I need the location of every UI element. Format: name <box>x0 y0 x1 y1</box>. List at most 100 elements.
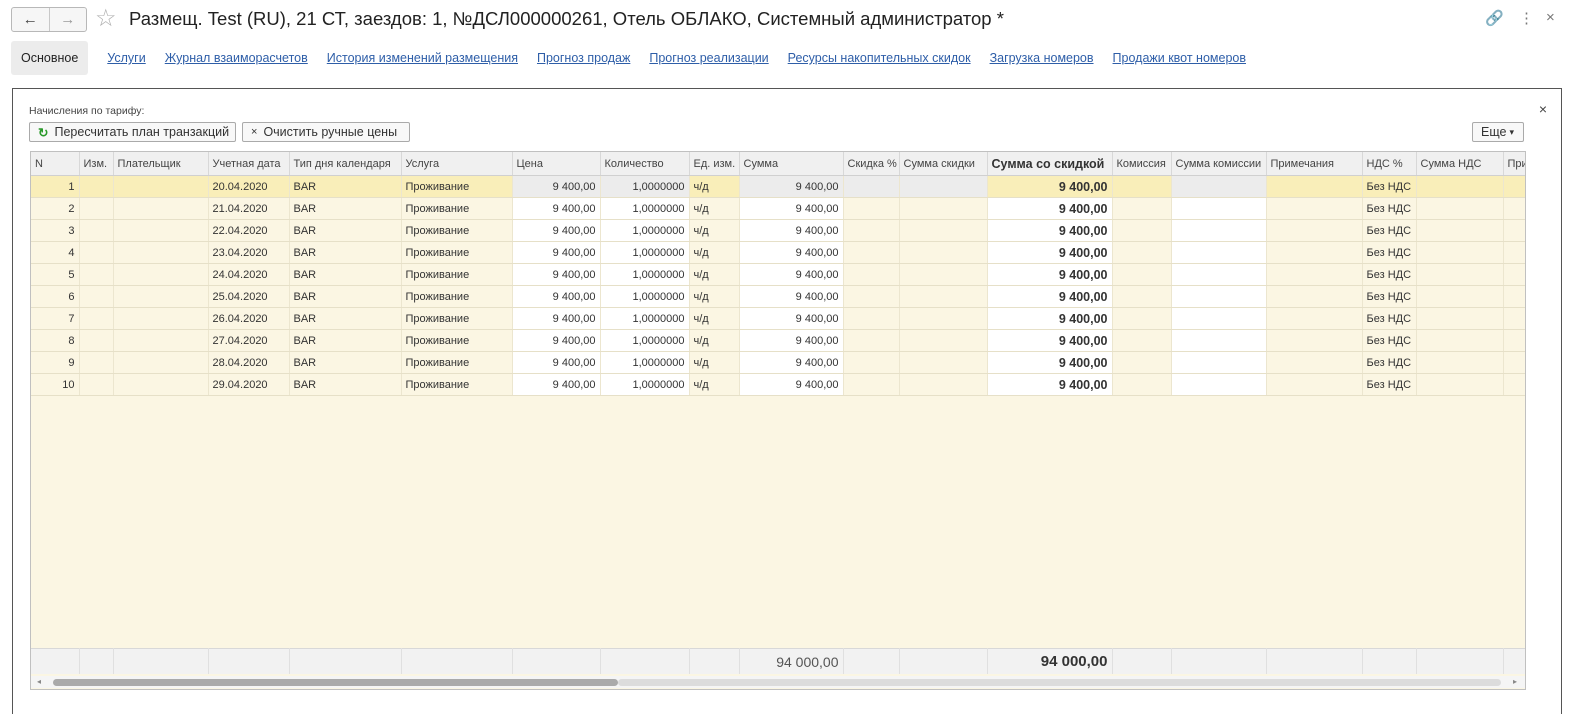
column-header[interactable]: Сумма <box>739 152 844 176</box>
table-cell[interactable]: 26.04.2020 <box>208 307 290 330</box>
table-cell[interactable] <box>843 351 900 374</box>
tab-9[interactable]: Продажи квот номеров <box>1113 51 1246 65</box>
table-cell[interactable] <box>1171 219 1267 242</box>
column-header[interactable]: Ед. изм. <box>689 152 740 176</box>
column-header[interactable]: Цена <box>512 152 601 176</box>
table-cell[interactable]: 2 <box>31 197 80 220</box>
table-cell[interactable] <box>1416 263 1504 286</box>
table-cell[interactable]: 4 <box>31 241 80 264</box>
table-cell[interactable] <box>1503 219 1525 242</box>
table-cell[interactable] <box>1416 351 1504 374</box>
table-cell[interactable] <box>1112 307 1172 330</box>
table-cell[interactable] <box>1503 373 1525 396</box>
table-cell[interactable] <box>1112 241 1172 264</box>
table-cell[interactable]: Без НДС <box>1362 285 1417 308</box>
table-cell[interactable]: 9 400,00 <box>512 307 601 330</box>
table-cell[interactable] <box>113 373 209 396</box>
table-cell[interactable]: 9 400,00 <box>739 197 844 220</box>
table-cell[interactable] <box>1112 175 1172 198</box>
table-cell[interactable]: 8 <box>31 329 80 352</box>
table-cell[interactable]: 1,0000000 <box>600 175 690 198</box>
table-cell[interactable] <box>1503 263 1525 286</box>
table-cell[interactable] <box>113 219 209 242</box>
table-row[interactable]: 3 22.04.2020 BAR Проживание 9 400,00 1,000000… <box>31 219 1525 242</box>
table-row[interactable]: 7 26.04.2020 BAR Проживание 9 400,00 1,000000… <box>31 307 1525 330</box>
table-cell[interactable]: 1,0000000 <box>600 329 690 352</box>
table-cell[interactable]: Без НДС <box>1362 219 1417 242</box>
table-row[interactable]: 4 23.04.2020 BAR Проживание 9 400,00 1,000000… <box>31 241 1525 264</box>
table-cell[interactable] <box>113 241 209 264</box>
table-cell[interactable] <box>899 241 988 264</box>
table-cell[interactable]: ч/д <box>689 373 740 396</box>
table-cell[interactable] <box>79 241 114 264</box>
table-cell[interactable]: ч/д <box>689 329 740 352</box>
table-cell[interactable]: 20.04.2020 <box>208 175 290 198</box>
table-cell[interactable]: 9 400,00 <box>512 175 601 198</box>
table-cell[interactable]: 1,0000000 <box>600 219 690 242</box>
table-cell[interactable] <box>79 219 114 242</box>
table-row[interactable]: 1 20.04.2020 BAR Проживание 9 400,00 1,000000… <box>31 175 1525 198</box>
column-header[interactable]: Сумма со скидкой <box>987 152 1113 176</box>
table-cell[interactable]: Проживание <box>401 175 513 198</box>
table-cell[interactable]: Без НДС <box>1362 307 1417 330</box>
table-cell[interactable] <box>113 263 209 286</box>
table-cell[interactable]: 1,0000000 <box>600 307 690 330</box>
table-cell[interactable]: 21.04.2020 <box>208 197 290 220</box>
table-cell[interactable]: 9 400,00 <box>739 285 844 308</box>
table-row[interactable]: 2 21.04.2020 BAR Проживание 9 400,00 1,000000… <box>31 197 1525 220</box>
table-row[interactable]: 8 27.04.2020 BAR Проживание 9 400,00 1,000000… <box>31 329 1525 352</box>
table-cell[interactable]: 1,0000000 <box>600 263 690 286</box>
horizontal-scrollbar[interactable]: ◂ ▸ <box>31 676 1525 688</box>
table-cell[interactable]: 9 400,00 <box>512 285 601 308</box>
table-cell[interactable]: BAR <box>289 219 402 242</box>
table-cell[interactable]: 1 <box>31 175 80 198</box>
table-cell[interactable]: BAR <box>289 373 402 396</box>
table-cell[interactable] <box>79 307 114 330</box>
table-cell[interactable]: ч/д <box>689 197 740 220</box>
table-cell[interactable] <box>1416 373 1504 396</box>
table-cell[interactable] <box>899 351 988 374</box>
table-cell[interactable]: 9 400,00 <box>512 329 601 352</box>
table-cell[interactable]: 29.04.2020 <box>208 373 290 396</box>
table-cell[interactable] <box>79 329 114 352</box>
table-cell[interactable]: BAR <box>289 329 402 352</box>
scroll-left-icon[interactable]: ◂ <box>37 676 41 688</box>
forward-icon[interactable]: → <box>48 8 87 31</box>
clear-manual-prices-button[interactable]: × Очистить ручные цены <box>242 122 410 142</box>
table-cell[interactable] <box>1171 285 1267 308</box>
column-header[interactable]: Примечания <box>1266 152 1363 176</box>
table-cell[interactable]: 22.04.2020 <box>208 219 290 242</box>
table-cell[interactable] <box>1503 351 1525 374</box>
table-cell[interactable]: ч/д <box>689 307 740 330</box>
table-cell[interactable] <box>899 197 988 220</box>
table-cell[interactable]: 9 400,00 <box>739 175 844 198</box>
table-cell[interactable] <box>899 373 988 396</box>
table-cell[interactable] <box>1266 219 1363 242</box>
table-cell[interactable]: BAR <box>289 263 402 286</box>
table-cell[interactable] <box>1503 241 1525 264</box>
table-cell[interactable]: 27.04.2020 <box>208 329 290 352</box>
table-cell[interactable]: ч/д <box>689 263 740 286</box>
table-row[interactable]: 9 28.04.2020 BAR Проживание 9 400,00 1,000000… <box>31 351 1525 374</box>
column-header[interactable]: Изм. <box>79 152 114 176</box>
table-cell[interactable] <box>1112 219 1172 242</box>
table-cell[interactable] <box>1416 329 1504 352</box>
table-cell[interactable] <box>899 307 988 330</box>
table-cell[interactable]: 9 400,00 <box>739 373 844 396</box>
table-cell[interactable] <box>1416 197 1504 220</box>
table-cell[interactable]: BAR <box>289 241 402 264</box>
table-cell[interactable] <box>1266 197 1363 220</box>
table-cell[interactable]: 9 400,00 <box>987 219 1113 242</box>
table-cell[interactable]: 3 <box>31 219 80 242</box>
table-cell[interactable]: Проживание <box>401 307 513 330</box>
table-cell[interactable] <box>1416 241 1504 264</box>
table-cell[interactable] <box>1416 285 1504 308</box>
table-cell[interactable]: 1,0000000 <box>600 351 690 374</box>
close-icon[interactable]: × <box>1546 9 1555 26</box>
table-cell[interactable]: ч/д <box>689 351 740 374</box>
table-cell[interactable] <box>843 285 900 308</box>
table-cell[interactable] <box>899 285 988 308</box>
table-cell[interactable]: 9 400,00 <box>987 197 1113 220</box>
table-cell[interactable] <box>79 351 114 374</box>
table-cell[interactable] <box>1503 329 1525 352</box>
